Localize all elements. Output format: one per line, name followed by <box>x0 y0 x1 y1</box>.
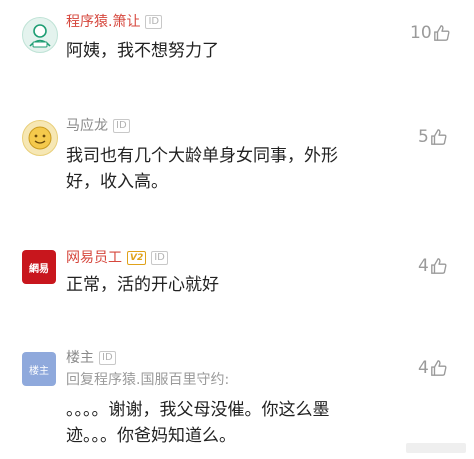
thumbs-up-icon <box>430 258 447 274</box>
smiley-avatar-icon <box>28 126 52 150</box>
reply-quote: 回复程序猿.国服百里守约: <box>66 372 230 388</box>
thumbs-up-icon <box>433 25 450 41</box>
comment-1: 程序猿.箫让 ID 10 阿姨，我不想努力了 <box>0 0 474 90</box>
comment-body: 正常，活的开心就好 <box>66 272 396 298</box>
like-button[interactable]: 10 <box>410 22 451 44</box>
avatar-netease[interactable]: 網易 <box>22 250 56 284</box>
owner-avatar-text: 楼主 <box>29 365 49 377</box>
comment-line: 阿姨，我不想努力了 <box>66 41 219 61</box>
avatar-thread-owner[interactable]: 楼主 <box>22 352 56 386</box>
comment-author[interactable]: 程序猿.箫让 <box>66 12 140 32</box>
like-count: 4 <box>418 358 429 378</box>
id-badge: ID <box>113 119 130 133</box>
avatar-default[interactable] <box>22 17 58 53</box>
like-count: 4 <box>418 256 429 276</box>
comment-body: 阿姨，我不想努力了 <box>66 38 396 64</box>
id-badge: ID <box>145 15 163 29</box>
comment-line: 。。。。谢谢，我父母没催。你这么墨 <box>66 400 330 420</box>
comment-line: 迹。。。你爸妈知道么。 <box>66 426 236 446</box>
netease-logo-text: 網易 <box>29 263 49 275</box>
watermark <box>406 443 466 453</box>
id-badge: ID <box>151 251 168 265</box>
thumbs-up-icon <box>430 360 447 376</box>
comment-line: 好，收入高。 <box>66 172 168 192</box>
like-button[interactable]: 4 <box>418 255 448 277</box>
vip-level-badge: V2 <box>127 251 147 265</box>
thumbs-up-icon <box>430 129 447 145</box>
comment-line: 我司也有几个大龄单身女同事，外形 <box>66 146 338 166</box>
id-badge: ID <box>99 351 116 365</box>
user-avatar-icon <box>29 24 51 48</box>
comment-body: 我司也有几个大龄单身女同事，外形 好，收入高。 <box>66 143 396 195</box>
comment-author[interactable]: 马应龙 <box>66 116 108 136</box>
like-button[interactable]: 4 <box>418 357 448 379</box>
comment-line: 正常，活的开心就好 <box>66 275 219 295</box>
comment-author[interactable]: 网易员工 <box>66 248 122 268</box>
like-count: 10 <box>410 23 432 43</box>
comment-body: 。。。。谢谢，我父母没催。你这么墨 迹。。。你爸妈知道么。 <box>66 397 396 449</box>
like-button[interactable]: 5 <box>418 126 448 148</box>
comment-author[interactable]: 楼主 <box>66 348 94 368</box>
like-count: 5 <box>418 127 429 147</box>
avatar-mayinglong[interactable] <box>22 120 58 156</box>
